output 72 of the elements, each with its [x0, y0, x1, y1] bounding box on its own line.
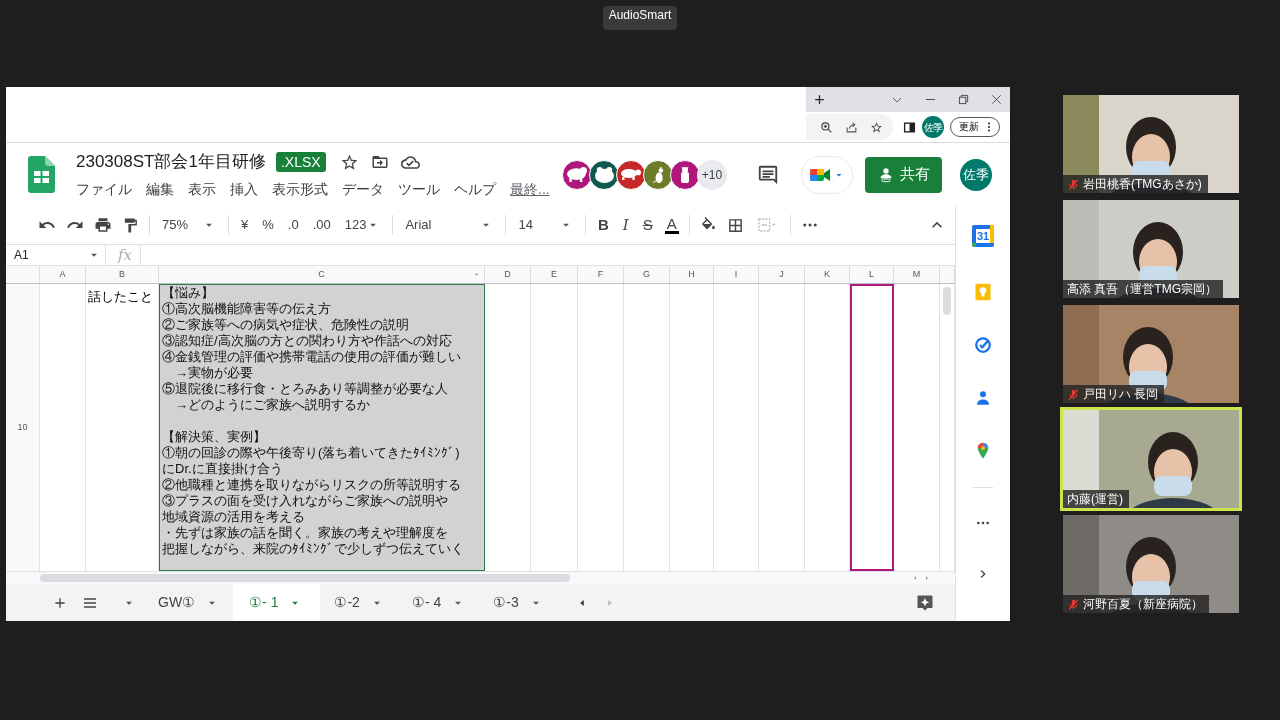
participant-name: 内藤(運営) [1067, 491, 1123, 507]
column-header[interactable]: A [59, 267, 66, 282]
file-type-badge: .XLSX [275, 152, 326, 172]
font-dropdown[interactable]: Arial [403, 217, 496, 233]
menu-item[interactable]: ヘルプ [454, 178, 496, 200]
zoom-dropdown[interactable]: 75% [160, 217, 219, 233]
cell-text: ③プラスの面を受け入れながらご家族への説明や [162, 493, 449, 509]
percent-button[interactable]: % [260, 217, 276, 233]
sheet-tab[interactable]: GW① [144, 584, 234, 621]
update-button[interactable]: 更新 [950, 117, 1000, 137]
column-header[interactable]: H [688, 267, 695, 282]
column-header[interactable]: D [504, 267, 511, 282]
cell-text: ①高次脳機能障害等の伝え方 [162, 301, 332, 317]
column-header[interactable]: B [119, 267, 125, 282]
app-label: AudioSmart [602, 6, 678, 30]
more-collaborators-count[interactable]: +10 [697, 159, 727, 190]
last-edit-link[interactable]: 最終... [510, 178, 550, 200]
participant-name: 高添 真吾（運営TMG宗岡） [1067, 281, 1217, 297]
calendar-icon[interactable]: 31 [971, 224, 995, 248]
increase-decimal-button[interactable]: .00 [310, 217, 333, 233]
bold-button[interactable]: B [595, 217, 611, 233]
column-header[interactable]: M [912, 267, 921, 282]
row-header[interactable]: 10 [17, 420, 28, 435]
menu-item[interactable]: 挿入 [230, 178, 258, 200]
participant-name: 岩田桃香(TMGあさか) [1083, 176, 1202, 192]
menu-item[interactable]: ファイル [76, 178, 132, 200]
menu-item[interactable]: データ [342, 178, 384, 200]
column-header[interactable]: K [824, 267, 830, 282]
cell-text: 地域資源の活用を考える [162, 509, 306, 525]
share-button[interactable]: 共有 [865, 156, 942, 193]
decrease-decimal-button[interactable]: .0 [285, 217, 301, 233]
cell-text: ③認知症/高次脳の方との関わり方や作話への対応 [162, 333, 453, 349]
cell-text: ①朝の回診の際や午後寄り(落ち着いてきたﾀｲﾐﾝｸﾞ) [162, 445, 461, 461]
cell-text: →実物が必要 [174, 365, 254, 381]
sheet-tab[interactable]: ①- 4 [397, 584, 480, 621]
cell-text: ④金銭管理の評価や携帯電話の使用の評価が難しい [162, 349, 462, 365]
sheet-tab[interactable]: ①-3 [479, 584, 557, 621]
number-format-dropdown[interactable]: 123 [342, 217, 383, 233]
column-header[interactable]: L [869, 267, 874, 282]
account-avatar[interactable]: 佐季 [960, 158, 992, 191]
cell-text: にDr.に直接掛け合う [162, 461, 284, 477]
strikethrough-button[interactable]: S [640, 217, 655, 233]
cell-text: 【解決策、実例】 [162, 429, 267, 445]
participant-name: 河野百夏（新座病院） [1083, 596, 1203, 612]
profile-avatar[interactable]: 佐季 [922, 116, 944, 138]
italic-button[interactable]: I [620, 217, 631, 233]
cell-text: ②他職種と連携を取りながらリスクの所等説明する [162, 477, 462, 493]
menu-item[interactable]: 表示形式 [272, 178, 328, 200]
table-cell-text: 話したこと [87, 288, 153, 304]
column-header[interactable]: C [318, 267, 325, 282]
participant-name: 戸田リハ 長岡 [1083, 386, 1159, 402]
column-header[interactable]: I [734, 267, 738, 282]
menu-item[interactable]: ツール [398, 178, 440, 200]
cell-text: ②ご家族等への病気や症状、危険性の説明 [162, 317, 410, 333]
name-box[interactable]: A1 [6, 245, 106, 265]
column-header[interactable]: J [779, 267, 784, 282]
sheet-tab[interactable]: ①- 1 [233, 584, 321, 621]
text-color-button[interactable]: A [664, 216, 679, 234]
document-title[interactable]: 230308ST部会1年目研修 [76, 149, 266, 175]
currency-button[interactable]: ¥ [239, 217, 251, 233]
column-header[interactable]: E [551, 267, 557, 282]
menu-item[interactable]: 編集 [146, 178, 174, 200]
column-header[interactable]: F [597, 267, 604, 282]
cell-text: 【悩み】 [162, 285, 215, 301]
cell-text: →どのようにご家族へ説明するか [174, 397, 371, 413]
cell-text: ⑤退院後に移行食・とろみあり等調整が必要な人 [162, 381, 449, 397]
cell-text: ・先ずは家族の話を聞く。家族の考えや理解度を [162, 525, 449, 541]
column-header[interactable]: G [643, 267, 650, 282]
font-size-dropdown[interactable]: 14 [516, 217, 575, 233]
sheet-tab[interactable]: ①-2 [320, 584, 398, 621]
cell-text: 把握しながら、来院のﾀｲﾐﾝｸﾞで少しずつ伝えていく [162, 541, 465, 557]
menu-item[interactable]: 表示 [188, 178, 216, 200]
